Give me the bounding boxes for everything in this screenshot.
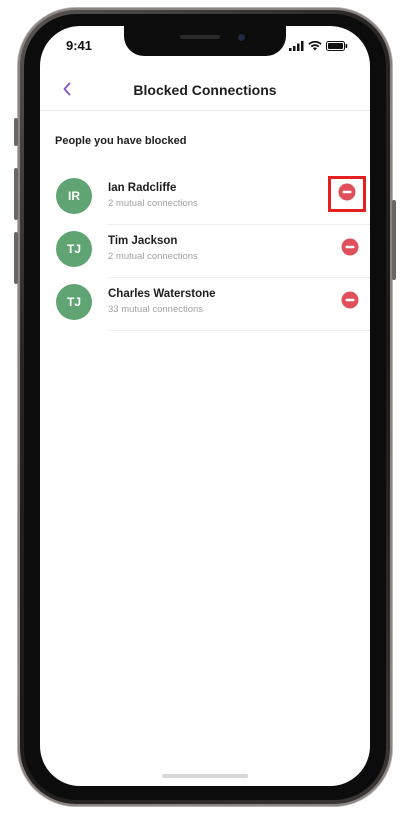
section-title: People you have blocked bbox=[55, 135, 187, 147]
contact-name: Tim Jackson bbox=[108, 235, 178, 247]
status-time: 9:41 bbox=[66, 38, 93, 53]
status-icons bbox=[289, 38, 348, 56]
list-item: TJ Charles Waterstone 33 mutual connecti… bbox=[40, 278, 370, 331]
avatar: TJ bbox=[56, 231, 92, 267]
battery-icon bbox=[326, 38, 348, 56]
page-title: Blocked Connections bbox=[133, 82, 277, 98]
power-button bbox=[392, 200, 396, 280]
blocked-list: IR Ian Radcliffe 2 mutual connections TJ… bbox=[40, 172, 370, 331]
mutual-connections: 33 mutual connections bbox=[108, 304, 204, 315]
contact-name: Charles Waterstone bbox=[108, 288, 216, 300]
list-item-text: Tim Jackson 2 mutual connections bbox=[108, 234, 198, 263]
notch bbox=[124, 26, 286, 56]
home-indicator bbox=[162, 774, 248, 778]
volume-up-button bbox=[14, 168, 18, 220]
mutual-connections: 2 mutual connections bbox=[108, 198, 198, 209]
avatar: IR bbox=[56, 178, 92, 214]
unblock-button[interactable] bbox=[340, 238, 360, 261]
unblock-button[interactable] bbox=[328, 176, 366, 212]
volume-down-button bbox=[14, 232, 18, 284]
contact-name: Ian Radcliffe bbox=[108, 182, 177, 194]
unblock-button[interactable] bbox=[340, 291, 360, 314]
signal-icon bbox=[289, 38, 304, 56]
front-camera bbox=[238, 34, 245, 41]
navigation-bar: Blocked Connections bbox=[40, 72, 370, 111]
screenshot-stage: 9:41 Blocked Connections People you have… bbox=[0, 0, 400, 813]
minus-circle-icon bbox=[338, 183, 356, 206]
list-item: TJ Tim Jackson 2 mutual connections bbox=[40, 225, 370, 278]
speaker-grille bbox=[180, 35, 220, 39]
wifi-icon bbox=[308, 38, 322, 56]
phone-screen: 9:41 Blocked Connections People you have… bbox=[40, 26, 370, 786]
minus-circle-icon bbox=[341, 238, 359, 261]
list-item-text: Charles Waterstone 33 mutual connections bbox=[108, 287, 216, 316]
mute-switch bbox=[14, 118, 18, 146]
mutual-connections: 2 mutual connections bbox=[108, 251, 198, 262]
list-item: IR Ian Radcliffe 2 mutual connections bbox=[40, 172, 370, 225]
list-item-text: Ian Radcliffe 2 mutual connections bbox=[108, 181, 198, 210]
row-divider bbox=[108, 330, 370, 331]
minus-circle-icon bbox=[341, 291, 359, 314]
avatar: TJ bbox=[56, 284, 92, 320]
